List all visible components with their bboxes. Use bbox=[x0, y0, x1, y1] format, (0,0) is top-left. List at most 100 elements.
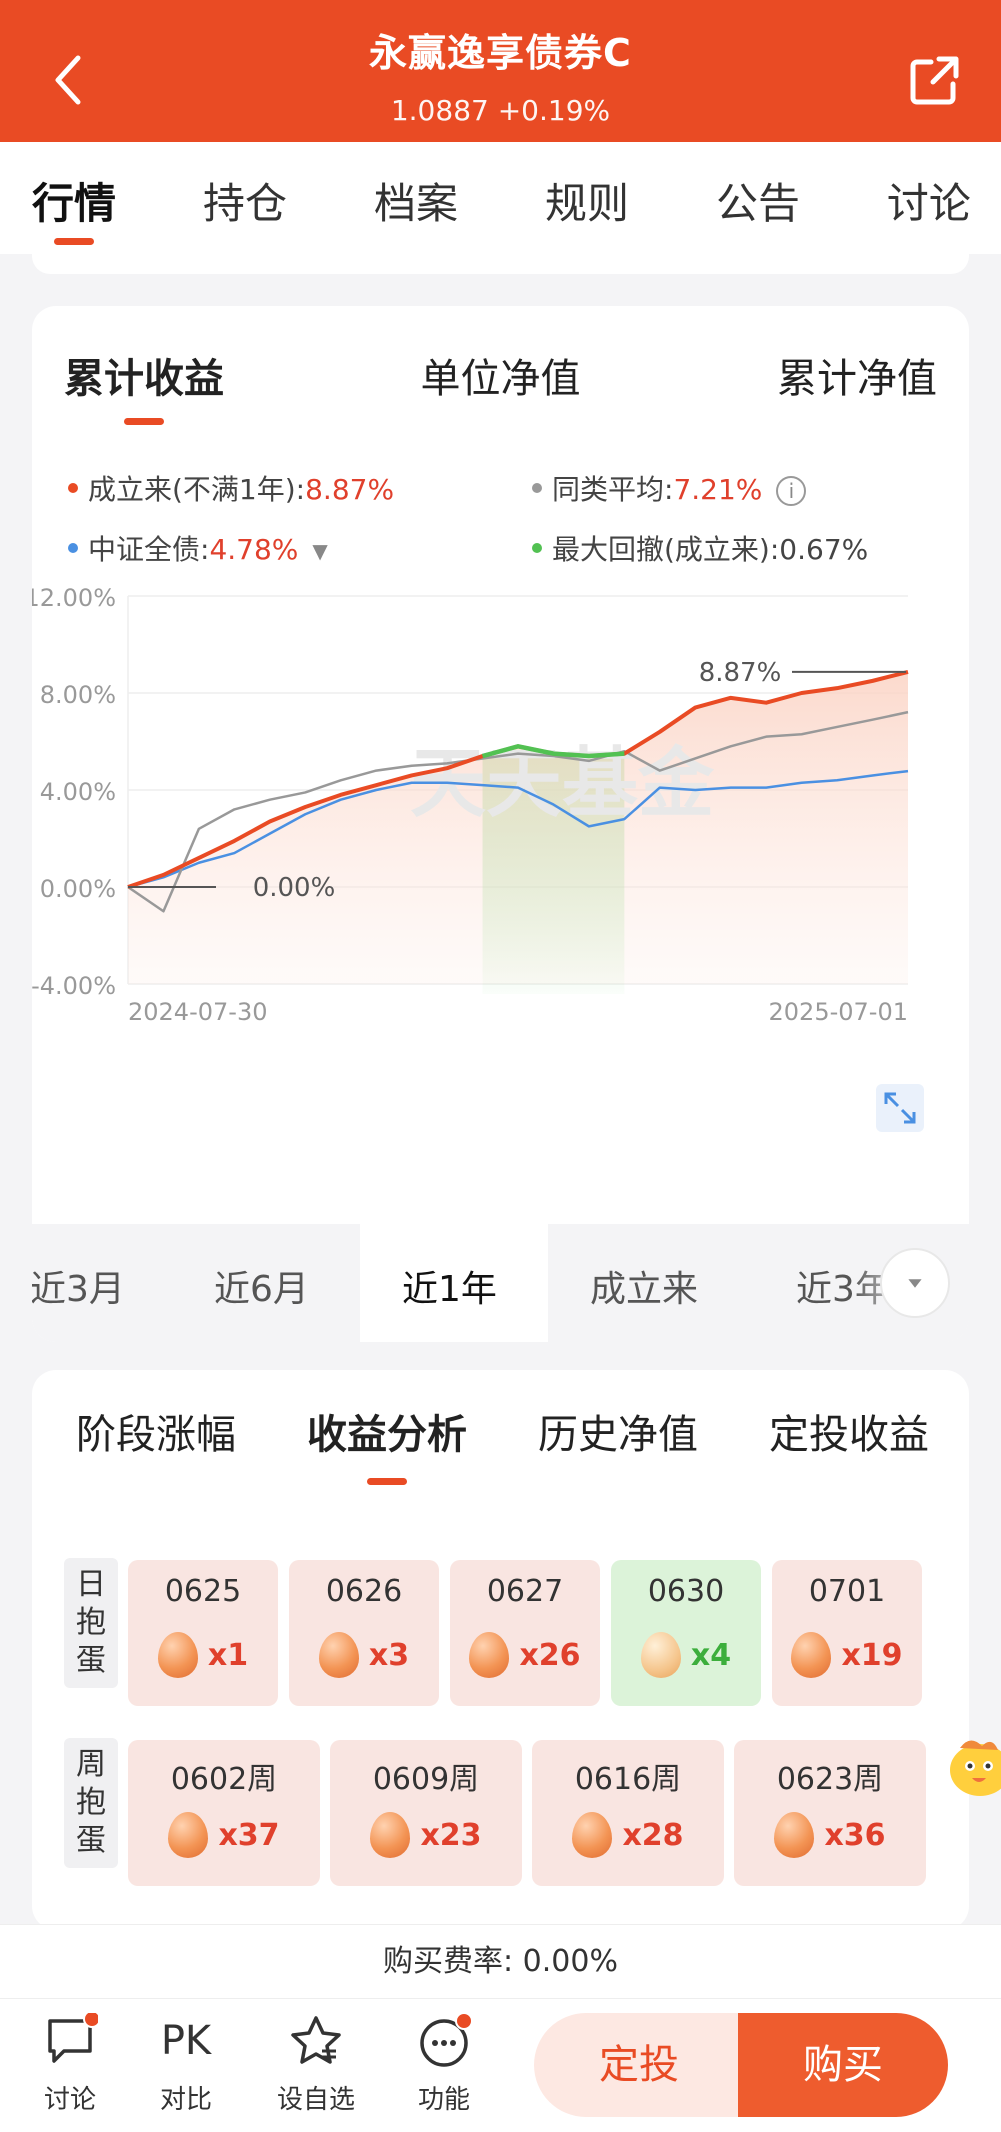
egg-date: 0602周 bbox=[170, 1762, 278, 1797]
y-tick-label: 12.00% bbox=[32, 584, 116, 612]
egg-date: 0623周 bbox=[776, 1762, 884, 1797]
egg-row: x28 bbox=[532, 1812, 724, 1858]
star-icon bbox=[291, 2016, 341, 2064]
purchase-fee: 购买费率: 0.00% bbox=[0, 1924, 1001, 1998]
egg-count: x28 bbox=[622, 1817, 684, 1853]
nav-discussion[interactable]: 讨论 bbox=[20, 2013, 120, 2116]
egg-icon bbox=[168, 1812, 209, 1858]
daily-cell[interactable]: 0627 x26 bbox=[450, 1560, 600, 1706]
daily-egg-label: 日抱蛋 bbox=[64, 1558, 118, 1688]
period-6m[interactable]: 近6月 bbox=[214, 1260, 309, 1312]
pk-icon: PK bbox=[160, 2018, 212, 2064]
analysis-tab-2[interactable]: 历史净值 bbox=[538, 1402, 698, 1462]
period-tab-bar: 近3月 近6月 近1年 成立来 近3年 bbox=[32, 1224, 969, 1342]
share-icon[interactable] bbox=[909, 54, 961, 106]
y-tick-label: 0.00% bbox=[40, 875, 116, 903]
egg-icon bbox=[318, 1632, 359, 1678]
y-tick-label: -4.00% bbox=[32, 972, 116, 1000]
daily-cell[interactable]: 0701 x19 bbox=[772, 1560, 922, 1706]
nav-change: 1.0887 +0.19% bbox=[390, 94, 611, 127]
y-tick-label: 8.00% bbox=[40, 681, 116, 709]
chevron-down-icon[interactable] bbox=[880, 1248, 950, 1318]
egg-count: x4 bbox=[690, 1637, 732, 1673]
chat-bubble-icon bbox=[48, 2013, 98, 2063]
period-since-inception[interactable]: 成立来 bbox=[590, 1260, 698, 1312]
top-tab-bar: 行情 持仓 档案 规则 公告 讨论 bbox=[0, 142, 1001, 254]
egg-icon bbox=[157, 1632, 198, 1678]
period-1y[interactable]: 近1年 bbox=[402, 1260, 497, 1312]
period-3m[interactable]: 近3月 bbox=[32, 1260, 125, 1312]
series-area bbox=[128, 671, 908, 984]
fund-detail-page: 永赢逸享债券C 1.0887 +0.19% 行情 持仓 档案 规则 公告 讨论 累计收益单… bbox=[0, 0, 1001, 2132]
egg-count: x19 bbox=[841, 1637, 903, 1673]
egg-row: x26 bbox=[450, 1632, 600, 1678]
analysis-card: 阶段涨幅 收益分析 历史净值 定投收益 日抱蛋 周抱蛋 0625 x1 0626 x3 062… bbox=[32, 1370, 969, 1930]
x-tick-label: 2024-07-30 bbox=[128, 998, 267, 1026]
nav-add-watchlist[interactable]: 设自选 bbox=[266, 2013, 366, 2116]
egg-count: x26 bbox=[519, 1637, 581, 1673]
egg-date: 0616周 bbox=[574, 1762, 682, 1797]
egg-date: 0627 bbox=[486, 1574, 564, 1609]
weekly-egg-label: 周抱蛋 bbox=[64, 1738, 118, 1868]
weekly-cell[interactable]: 0616周 x28 bbox=[532, 1740, 724, 1886]
y-tick-label: 4.00% bbox=[40, 778, 116, 806]
plot-area: 12.00%8.00%4.00%0.00%-4.00%天天基金0.00%8.87… bbox=[32, 584, 909, 1026]
egg-count: x36 bbox=[824, 1817, 886, 1853]
egg-count: x1 bbox=[207, 1637, 249, 1673]
chart-card: 累计收益 单位净值 累计净值 成立来(不满1年):8.87% 同类平均:7.21% i… bbox=[32, 306, 969, 1342]
analysis-tab-1[interactable]: 收益分析 bbox=[307, 1402, 467, 1485]
hatched-egg-icon bbox=[640, 1632, 681, 1678]
egg-icon bbox=[572, 1812, 613, 1858]
egg-row: x36 bbox=[734, 1812, 926, 1858]
nav-label: 讨论 bbox=[43, 2085, 96, 2115]
egg-date: 0630 bbox=[647, 1574, 725, 1609]
analysis-tab-3[interactable]: 定投收益 bbox=[769, 1402, 929, 1462]
tab-2[interactable]: 档案 bbox=[374, 142, 458, 254]
x-tick-label: 2025-07-01 bbox=[769, 998, 908, 1026]
egg-row: x4 bbox=[611, 1632, 761, 1678]
card-bottom-strip bbox=[32, 254, 969, 274]
end-label: 8.87% bbox=[699, 658, 782, 688]
header: 永赢逸享债券C 1.0887 +0.19% bbox=[0, 0, 1001, 142]
tab-0[interactable]: 行情 bbox=[32, 142, 116, 254]
egg-date: 0701 bbox=[808, 1574, 886, 1609]
egg-date: 0609周 bbox=[372, 1762, 480, 1797]
nav-functions[interactable]: 功能 bbox=[394, 2013, 494, 2116]
egg-icon bbox=[774, 1812, 815, 1858]
egg-count: x3 bbox=[368, 1637, 410, 1673]
analysis-tab-0[interactable]: 阶段涨幅 bbox=[76, 1402, 236, 1462]
analysis-tab-bar: 阶段涨幅 收益分析 历史净值 定投收益 bbox=[32, 1402, 969, 1485]
mascot-icon[interactable] bbox=[942, 1724, 1001, 1814]
weekly-cell[interactable]: 0602周 x37 bbox=[128, 1740, 320, 1886]
tab-5[interactable]: 讨论 bbox=[887, 142, 971, 254]
daily-cell[interactable]: 0626 x3 bbox=[289, 1560, 439, 1706]
egg-count: x23 bbox=[420, 1817, 482, 1853]
weekly-cell[interactable]: 0609周 x23 bbox=[330, 1740, 522, 1886]
bottom-action-bar: 讨论 PK 对比 设自选 功能 定投 购买 bbox=[0, 1998, 1001, 2132]
egg-count: x37 bbox=[218, 1817, 280, 1853]
egg-icon bbox=[791, 1632, 832, 1678]
egg-row: x3 bbox=[289, 1632, 439, 1678]
tab-4[interactable]: 公告 bbox=[716, 142, 800, 254]
egg-icon bbox=[370, 1812, 411, 1858]
egg-row: x23 bbox=[330, 1812, 522, 1858]
egg-date: 0626 bbox=[325, 1574, 403, 1609]
nav-compare[interactable]: PK 对比 bbox=[136, 2013, 236, 2116]
egg-icon bbox=[469, 1632, 510, 1678]
egg-row: x19 bbox=[772, 1632, 922, 1678]
more-icon bbox=[420, 2013, 472, 2067]
auto-invest-button[interactable]: 定投 bbox=[534, 2013, 744, 2117]
nav-label: 对比 bbox=[159, 2085, 212, 2115]
egg-row: x37 bbox=[128, 1812, 320, 1858]
return-chart[interactable]: 12.00%8.00%4.00%0.00%-4.00%天天基金0.00%8.87… bbox=[32, 306, 969, 1342]
daily-cell[interactable]: 0625 x1 bbox=[128, 1560, 278, 1706]
expand-icon[interactable] bbox=[876, 1084, 924, 1132]
tab-3[interactable]: 规则 bbox=[545, 142, 629, 254]
buy-button[interactable]: 购买 bbox=[738, 2013, 948, 2117]
weekly-cell[interactable]: 0623周 x36 bbox=[734, 1740, 926, 1886]
nav-label: 设自选 bbox=[276, 2085, 355, 2115]
egg-date: 0625 bbox=[164, 1574, 242, 1609]
tab-1[interactable]: 持仓 bbox=[203, 142, 287, 254]
fund-name: 永赢逸享债券C bbox=[369, 31, 632, 75]
daily-cell[interactable]: 0630 x4 bbox=[611, 1560, 761, 1706]
